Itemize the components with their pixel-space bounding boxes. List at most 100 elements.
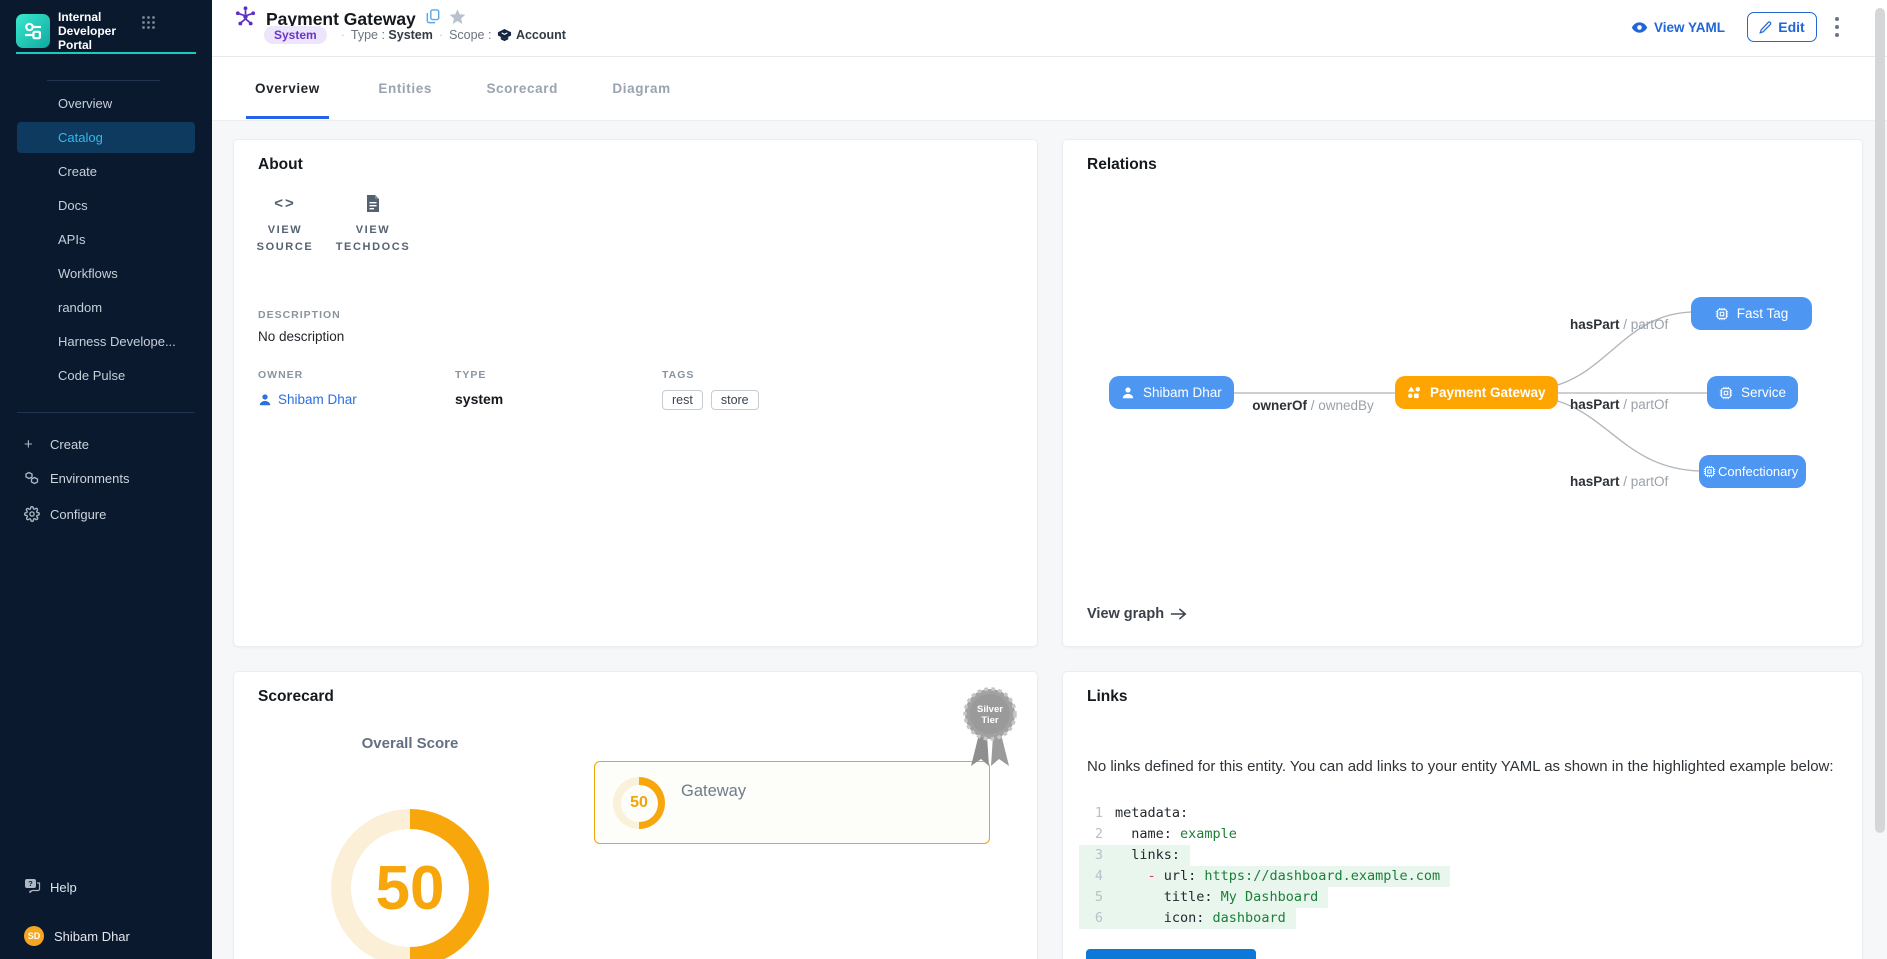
tag-chip[interactable]: rest	[662, 390, 703, 410]
view-yaml-button[interactable]: View YAML	[1631, 20, 1725, 35]
yaml-example-code: 1 metadata: 2 name: example 3 links: 4 -…	[1079, 803, 1450, 929]
person-icon	[1121, 386, 1135, 400]
entity-meta: System · Type : System · Scope : Account	[264, 26, 566, 44]
sidebar-action-create[interactable]: + Create	[17, 429, 195, 459]
kind-badge: System	[264, 26, 327, 44]
overall-score-gauge: 50	[331, 809, 489, 959]
document-icon	[330, 190, 416, 216]
silver-tier-badge: Silver Tier	[960, 680, 1020, 792]
account-icon	[497, 28, 512, 43]
links-title: Links	[1087, 688, 1127, 706]
tab-scorecard[interactable]: Scorecard	[486, 81, 558, 96]
tags-label: TAGS	[662, 369, 767, 381]
overall-score-label: Overall Score	[330, 735, 490, 752]
links-empty-text: No links defined for this entity. You ca…	[1087, 756, 1847, 777]
edit-button[interactable]: Edit	[1747, 12, 1817, 42]
sidebar-item-harness-developer[interactable]: Harness Develope...	[17, 326, 195, 357]
portal-title: Internal Developer Portal	[58, 10, 142, 52]
portal-logo-icon	[16, 14, 50, 48]
tier-text-line1: Silver	[977, 704, 1003, 715]
plus-icon: +	[24, 436, 50, 453]
owner-link[interactable]: Shibam Dhar	[258, 392, 357, 407]
sidebar-item-code-pulse[interactable]: Code Pulse	[17, 360, 195, 391]
sidebar-divider	[17, 412, 195, 413]
graph-node-shibam-dhar[interactable]: Shibam Dhar	[1109, 376, 1234, 409]
sidebar-item-workflows[interactable]: Workflows	[17, 258, 195, 289]
chip-icon	[1719, 386, 1733, 400]
sidebar-action-environments[interactable]: Environments	[17, 463, 195, 493]
links-card: Links No links defined for this entity. …	[1062, 671, 1863, 959]
svg-text:?: ?	[28, 879, 33, 888]
gateway-score-gauge: 50	[613, 777, 665, 829]
scope-label: Scope :	[449, 28, 491, 42]
scorecard-tile-gateway[interactable]: 50 Gateway	[594, 761, 990, 844]
scorecard-title: Scorecard	[258, 688, 334, 706]
chip-icon	[1715, 307, 1729, 321]
relations-card: Relations Shibam Dhar Payment Gateway	[1062, 139, 1863, 647]
gear-icon	[24, 506, 50, 522]
tab-overview[interactable]: Overview	[255, 81, 320, 96]
sidebar: Internal Developer Portal Overview Catal…	[0, 0, 212, 959]
sidebar-user[interactable]: SD Shibam Dhar	[17, 922, 195, 950]
view-source-button[interactable]: <> VIEW SOURCE	[248, 190, 322, 256]
sidebar-item-overview[interactable]: Overview	[17, 88, 195, 119]
code-icon: <>	[248, 190, 322, 216]
about-title: About	[258, 156, 303, 174]
sidebar-item-docs[interactable]: Docs	[17, 190, 195, 221]
description-label: DESCRIPTION	[258, 309, 341, 321]
more-options-icon[interactable]	[1835, 15, 1839, 39]
sidebar-item-catalog[interactable]: Catalog	[17, 122, 195, 153]
description-value: No description	[258, 329, 344, 344]
code-line: 2 name: example	[1079, 824, 1247, 845]
tab-entities[interactable]: Entities	[378, 81, 432, 96]
owner-label: OWNER	[258, 369, 357, 381]
type-label: TYPE	[455, 369, 503, 381]
tab-bar: Overview Entities Scorecard Diagram	[212, 57, 1887, 121]
view-graph-link[interactable]: View graph	[1087, 606, 1187, 622]
type-value: system	[455, 391, 503, 407]
logo-row[interactable]: Internal Developer Portal	[16, 10, 142, 52]
code-line-highlighted: 5 title: My Dashboard	[1079, 887, 1328, 908]
edge-label-haspart: hasPart / partOf	[1570, 317, 1668, 332]
entity-header: Payment Gateway System · Type : System ·…	[212, 0, 1887, 57]
edge-label-owner: ownerOf / ownedBy	[1248, 398, 1378, 413]
graph-node-service[interactable]: Service	[1707, 376, 1798, 409]
tab-diagram[interactable]: Diagram	[612, 81, 670, 96]
help-icon: ?	[24, 878, 50, 896]
edge-label-haspart: hasPart / partOf	[1570, 474, 1668, 489]
view-techdocs-button[interactable]: VIEW TECHDOCS	[330, 190, 416, 256]
arrow-right-icon	[1170, 607, 1187, 621]
sidebar-action-configure[interactable]: Configure	[17, 499, 195, 529]
environments-icon	[24, 470, 50, 486]
code-line-highlighted: 3 links:	[1079, 845, 1190, 866]
gateway-score-name: Gateway	[681, 782, 746, 801]
app-grid-icon[interactable]	[141, 15, 156, 35]
sidebar-item-apis[interactable]: APIs	[17, 224, 195, 255]
sidebar-item-create[interactable]: Create	[17, 156, 195, 187]
scope-value: Account	[516, 28, 566, 42]
system-entity-icon	[234, 5, 257, 33]
edge-label-haspart: hasPart / partOf	[1570, 397, 1668, 412]
sidebar-item-random[interactable]: random	[17, 292, 195, 323]
code-line-highlighted: 4 - url: https://dashboard.example.com	[1079, 866, 1450, 887]
type-value: System	[388, 28, 432, 42]
sidebar-accent-rule	[16, 52, 196, 54]
graph-node-fast-tag[interactable]: Fast Tag	[1691, 297, 1812, 330]
about-card: About <> VIEW SOURCE VIEW TECHDOCS DESCR…	[233, 139, 1038, 647]
chip-icon	[1703, 465, 1716, 478]
type-label: Type :	[351, 28, 385, 42]
links-docs-button[interactable]: Read more	[1086, 949, 1256, 959]
gateway-score-value: 50	[630, 794, 648, 812]
sidebar-divider	[47, 80, 160, 81]
overall-score-value: 50	[376, 853, 445, 924]
code-line-highlighted: 6 icon: dashboard	[1079, 908, 1296, 929]
graph-node-confectionary[interactable]: Confectionary	[1699, 455, 1806, 488]
tier-text-line2: Tier	[981, 715, 999, 726]
scorecard-card: Scorecard Overall Score 50 50 Gateway Si…	[233, 671, 1038, 959]
tag-chip[interactable]: store	[711, 390, 759, 410]
sidebar-help[interactable]: ? Help	[17, 874, 195, 900]
graph-node-payment-gateway[interactable]: Payment Gateway	[1395, 376, 1558, 409]
vertical-scrollbar[interactable]	[1875, 8, 1885, 833]
code-line: 1 metadata:	[1079, 803, 1198, 824]
avatar: SD	[24, 926, 44, 946]
